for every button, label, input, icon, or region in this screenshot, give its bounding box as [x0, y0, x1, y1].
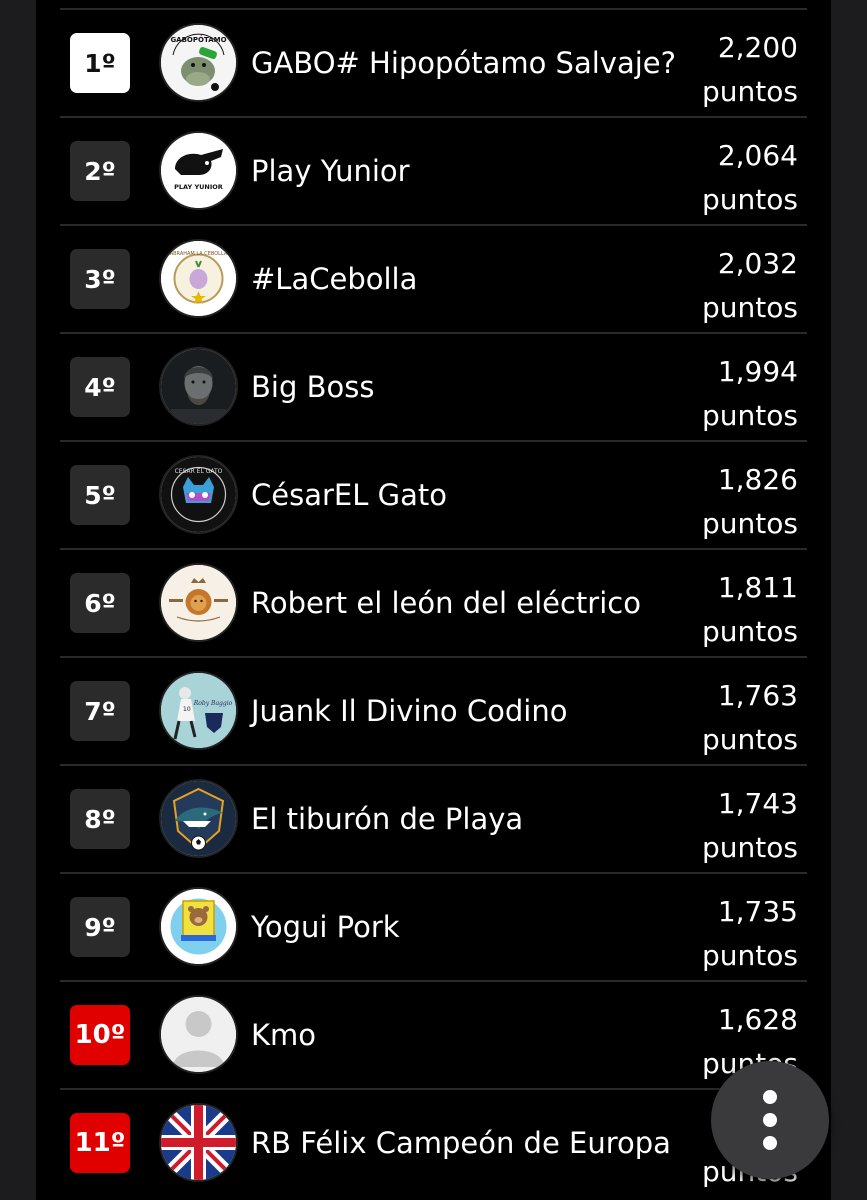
points: 2,200 puntos: [702, 26, 798, 114]
leaderboard-row[interactable]: 1º GABOPÓTAMO GABO# Hipopótamo Salvaje? …: [60, 8, 807, 116]
points: 1,735 puntos: [702, 890, 798, 978]
points-value: 2,200: [717, 31, 798, 64]
bear-badge-avatar-icon[interactable]: [161, 889, 236, 964]
rank-badge: 1º: [70, 33, 130, 93]
team-name[interactable]: Kmo: [251, 982, 691, 1088]
team-name[interactable]: El tiburón de Playa: [251, 766, 691, 872]
rank-badge: 6º: [70, 573, 130, 633]
rank-badge: 7º: [70, 681, 130, 741]
more-options-button[interactable]: [711, 1061, 829, 1179]
avatar-text: ABRAHAM LA CEBOLLA: [170, 251, 228, 257]
leaderboard-panel: 1º GABOPÓTAMO GABO# Hipopótamo Salvaje? …: [36, 0, 831, 1200]
points: 1,811 puntos: [702, 566, 798, 654]
team-name[interactable]: GABO# Hipopótamo Salvaje?: [251, 10, 691, 116]
leaderboard-row[interactable]: 8º El tiburón de Playa 1,743 puntos: [60, 764, 807, 872]
points-unit: puntos: [702, 75, 798, 108]
warrior-portrait-avatar-icon[interactable]: [161, 349, 236, 424]
leaderboard-row[interactable]: 4º Big Boss 1,994 puntos: [60, 332, 807, 440]
leaderboard-row[interactable]: 7º 10 Roby Baggio Juank Il Divino Codino…: [60, 656, 807, 764]
points-value: 1,735: [717, 895, 798, 928]
leaderboard-row[interactable]: 2º PLAY YUNIOR Play Yunior 2,064 puntos: [60, 116, 807, 224]
lion-crest-avatar-icon[interactable]: [161, 565, 236, 640]
points-unit: puntos: [702, 507, 798, 540]
more-vertical-icon: [763, 1113, 777, 1127]
rank-badge: 5º: [70, 465, 130, 525]
points-unit: puntos: [702, 399, 798, 432]
shark-avatar-icon[interactable]: [161, 781, 236, 856]
hippo-avatar-icon[interactable]: GABOPÓTAMO: [161, 25, 236, 100]
rank-badge: 8º: [70, 789, 130, 849]
avatar-text: CESAR EL GATO: [175, 468, 223, 475]
cat-mask-avatar-icon[interactable]: CESAR EL GATO: [161, 457, 236, 532]
points-value: 1,826: [717, 463, 798, 496]
more-vertical-icon: [763, 1090, 777, 1104]
points: 1,826 puntos: [702, 458, 798, 546]
team-name[interactable]: CésarEL Gato: [251, 442, 691, 548]
leaderboard-row[interactable]: 5º CESAR EL GATO CésarEL Gato 1,826 punt…: [60, 440, 807, 548]
points-value: 2,064: [717, 139, 798, 172]
rank-badge: 3º: [70, 249, 130, 309]
leaderboard-list: 1º GABOPÓTAMO GABO# Hipopótamo Salvaje? …: [60, 8, 807, 1196]
onion-crest-avatar-icon[interactable]: ABRAHAM LA CEBOLLA: [161, 241, 236, 316]
points-unit: puntos: [702, 939, 798, 972]
playboy-bunny-avatar-icon[interactable]: PLAY YUNIOR: [161, 133, 236, 208]
svg-text:10: 10: [183, 706, 191, 713]
points-unit: puntos: [702, 615, 798, 648]
team-name[interactable]: Yogui Pork: [251, 874, 691, 980]
team-name[interactable]: #LaCebolla: [251, 226, 691, 332]
points: 1,994 puntos: [702, 350, 798, 438]
points-unit: puntos: [702, 291, 798, 324]
more-vertical-icon: [763, 1136, 777, 1150]
points: 2,032 puntos: [702, 242, 798, 330]
points-unit: puntos: [702, 183, 798, 216]
points-value: 2,032: [717, 247, 798, 280]
union-jack-avatar-icon[interactable]: [161, 1105, 236, 1180]
points-value: 1,994: [717, 355, 798, 388]
leaderboard-row[interactable]: 6º Robert el león del eléctrico 1,811 pu: [60, 548, 807, 656]
footballer-avatar-icon[interactable]: 10 Roby Baggio: [161, 673, 236, 748]
avatar-text: Roby Baggio: [193, 700, 233, 707]
leaderboard-row[interactable]: 9º Yogui Pork 1,735 puntos: [60, 872, 807, 980]
team-name[interactable]: Juank Il Divino Codino: [251, 658, 691, 764]
rank-badge: 10º: [70, 1005, 130, 1065]
leaderboard-row[interactable]: 11º RB Félix Campeón de Europa puntos: [60, 1088, 807, 1196]
team-name[interactable]: Robert el león del eléctrico: [251, 550, 691, 656]
rank-badge: 11º: [70, 1113, 130, 1173]
leaderboard-row[interactable]: 3º ABRAHAM LA CEBOLLA #LaCebolla 2,032 p…: [60, 224, 807, 332]
default-user-avatar-icon[interactable]: [161, 997, 236, 1072]
avatar-text: GABOPÓTAMO: [170, 35, 226, 44]
points: 1,743 puntos: [702, 782, 798, 870]
points-value: 1,763: [717, 679, 798, 712]
points-value: 1,743: [717, 787, 798, 820]
points-value: 1,811: [717, 571, 798, 604]
team-name[interactable]: Play Yunior: [251, 118, 691, 224]
rank-badge: 4º: [70, 357, 130, 417]
team-name[interactable]: RB Félix Campeón de Europa: [251, 1090, 691, 1196]
team-name[interactable]: Big Boss: [251, 334, 691, 440]
rank-badge: 9º: [70, 897, 130, 957]
points-unit: puntos: [702, 723, 798, 756]
points: 2,064 puntos: [702, 134, 798, 222]
leaderboard-row[interactable]: 10º Kmo 1,628 puntos: [60, 980, 807, 1088]
rank-badge: 2º: [70, 141, 130, 201]
points: 1,763 puntos: [702, 674, 798, 762]
avatar-text: PLAY YUNIOR: [174, 183, 223, 191]
points-unit: puntos: [702, 831, 798, 864]
points-value: 1,628: [717, 1003, 798, 1036]
